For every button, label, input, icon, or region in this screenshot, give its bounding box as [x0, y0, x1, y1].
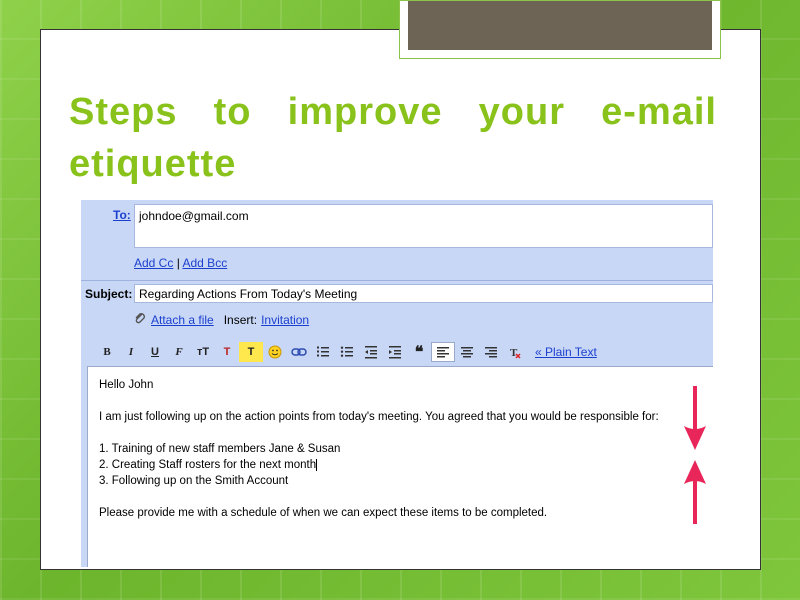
to-field[interactable]: johndoe@gmail.com	[134, 204, 713, 248]
add-bcc-link[interactable]: Add Bcc	[183, 256, 228, 270]
to-value: johndoe@gmail.com	[139, 209, 249, 223]
attach-file-link[interactable]: Attach a file	[151, 313, 214, 327]
subject-value: Regarding Actions From Today's Meeting	[139, 287, 358, 301]
align-left-icon[interactable]	[431, 342, 455, 362]
cc-bcc-links: Add Cc | Add Bcc	[134, 256, 227, 270]
indent-icon[interactable]	[383, 342, 407, 362]
closing-line: Please provide me with a schedule of whe…	[99, 507, 548, 519]
greeting-line: Hello John	[99, 379, 154, 391]
message-body[interactable]: Hello John I am just following up on the…	[87, 366, 713, 567]
arrow-down-icon	[684, 386, 706, 450]
email-compose-screenshot: To: johndoe@gmail.com Add Cc | Add Bcc S…	[81, 200, 713, 567]
underline-button[interactable]: U	[143, 342, 167, 362]
list-item: 3. Following up on the Smith Account	[99, 475, 289, 487]
to-label[interactable]: To:	[113, 208, 131, 222]
bold-button[interactable]: B	[95, 342, 119, 362]
outdent-icon[interactable]	[359, 342, 383, 362]
divider	[81, 280, 713, 281]
quote-icon[interactable]: ❝	[407, 342, 431, 362]
bullet-list-icon[interactable]	[335, 342, 359, 362]
invitation-link[interactable]: Invitation	[261, 313, 309, 327]
format-toolbar: B I U F тT T T ❝ T « Plain Text	[81, 340, 713, 364]
font-size-button[interactable]: тT	[191, 342, 215, 362]
add-cc-link[interactable]: Add Cc	[134, 256, 173, 270]
text-color-button[interactable]: T	[215, 342, 239, 362]
remove-formatting-icon[interactable]: T	[503, 342, 527, 362]
numbered-list-icon[interactable]	[311, 342, 335, 362]
text-cursor: ​	[316, 459, 318, 471]
title-decoration-bar	[408, 1, 712, 50]
align-center-icon[interactable]	[455, 342, 479, 362]
smiley-icon[interactable]	[263, 342, 287, 362]
slide-title: Steps to improve your e-mail etiquette	[69, 91, 717, 185]
attach-row: Attach a file Insert: Invitation	[133, 311, 309, 328]
list-item: 2. Creating Staff rosters for the next m…	[99, 459, 318, 471]
subject-label: Subject:	[85, 287, 133, 301]
paperclip-icon	[133, 311, 147, 328]
insert-label: Insert:	[223, 312, 258, 327]
body-line: I am just following up on the action poi…	[99, 411, 659, 423]
highlight-button[interactable]: T	[239, 342, 263, 362]
font-button[interactable]: F	[167, 342, 191, 362]
align-right-icon[interactable]	[479, 342, 503, 362]
title-decoration-tab	[399, 0, 721, 59]
plain-text-link[interactable]: « Plain Text	[535, 345, 597, 359]
arrow-up-icon	[684, 460, 706, 524]
italic-button[interactable]: I	[119, 342, 143, 362]
subject-field[interactable]: Regarding Actions From Today's Meeting	[134, 284, 713, 303]
cc-separator: |	[176, 256, 180, 270]
list-item: 1. Training of new staff members Jane & …	[99, 443, 341, 455]
link-icon[interactable]	[287, 342, 311, 362]
